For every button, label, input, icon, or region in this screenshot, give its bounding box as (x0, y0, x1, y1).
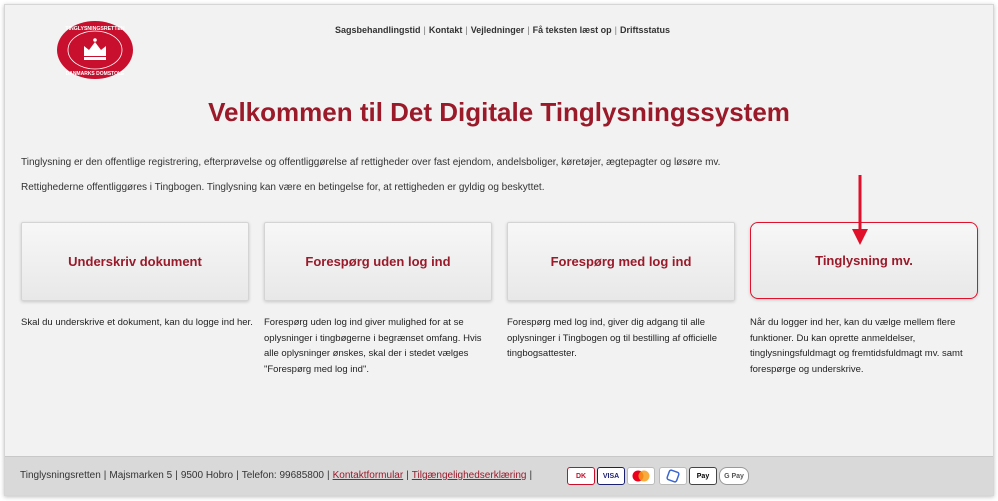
footer-org: Tinglysningsretten (20, 470, 101, 481)
accessibility-link[interactable]: Tilgængelighedserklæring (412, 470, 527, 481)
forespoerg-med-log-ind-button[interactable]: Forespørg med log ind (507, 222, 735, 301)
footer-address: Majsmarken 5 (109, 470, 173, 481)
page-frame: TINGLYSNINGSRETTEN DANMARKS DOMSTOLE Sag… (4, 4, 994, 496)
footer-phone: Telefon: 99685800 (241, 470, 324, 481)
mastercard-icon (627, 467, 655, 485)
visa-icon: VISA (597, 467, 625, 485)
domstole-logo[interactable]: TINGLYSNINGSRETTEN DANMARKS DOMSTOLE (55, 19, 135, 81)
footer-info: Tinglysningsretten | Majsmarken 5 | 9500 Hob… (20, 470, 533, 481)
footer-city: 9500 Hobro (180, 470, 234, 481)
nav-vejledninger[interactable]: Vejledninger (471, 25, 525, 35)
dankort-icon: DK (567, 467, 595, 485)
google-pay-icon: G Pay (719, 467, 749, 485)
card-description-uden-log-ind: Forespørg uden log ind giver mulighed fo… (264, 317, 482, 375)
footer: Tinglysningsretten | Majsmarken 5 | 9500 Hob… (5, 456, 993, 495)
page-title: Velkommen til Det Digitale Tinglysningss… (208, 97, 790, 127)
forespoerg-uden-log-ind-button[interactable]: Forespørg uden log ind (264, 222, 492, 301)
arrow-down-icon (852, 175, 868, 245)
mobilepay-icon (659, 467, 687, 485)
underskriv-dokument-button[interactable]: Underskriv dokument (21, 222, 249, 301)
svg-text:DANMARKS DOMSTOLE: DANMARKS DOMSTOLE (66, 71, 125, 77)
nav-read-aloud[interactable]: Få teksten læst op (533, 25, 612, 35)
intro-text-1: Tinglysning er den offentlige registreri… (21, 157, 721, 168)
card-description-tinglysning: Når du logger ind her, kan du vælge mell… (750, 317, 963, 375)
top-navigation: Sagsbehandlingstid | Kontakt | Vejledninger |… (335, 25, 670, 35)
card-description-med-log-ind: Forespørg med log ind, giver dig adgang … (507, 317, 718, 359)
svg-text:TINGLYSNINGSRETTEN: TINGLYSNINGSRETTEN (65, 26, 124, 32)
card-description-underskriv: Skal du underskrive et dokument, kan du … (21, 317, 253, 328)
apple-pay-icon: Pay (689, 467, 717, 485)
nav-sagsbehandlingstid[interactable]: Sagsbehandlingstid (335, 25, 421, 35)
nav-kontakt[interactable]: Kontakt (429, 25, 463, 35)
intro-text-2: Rettighederne offentliggøres i Tingbogen… (21, 182, 545, 193)
contact-form-link[interactable]: Kontaktformular (333, 470, 404, 481)
nav-driftsstatus[interactable]: Driftsstatus (620, 25, 670, 35)
